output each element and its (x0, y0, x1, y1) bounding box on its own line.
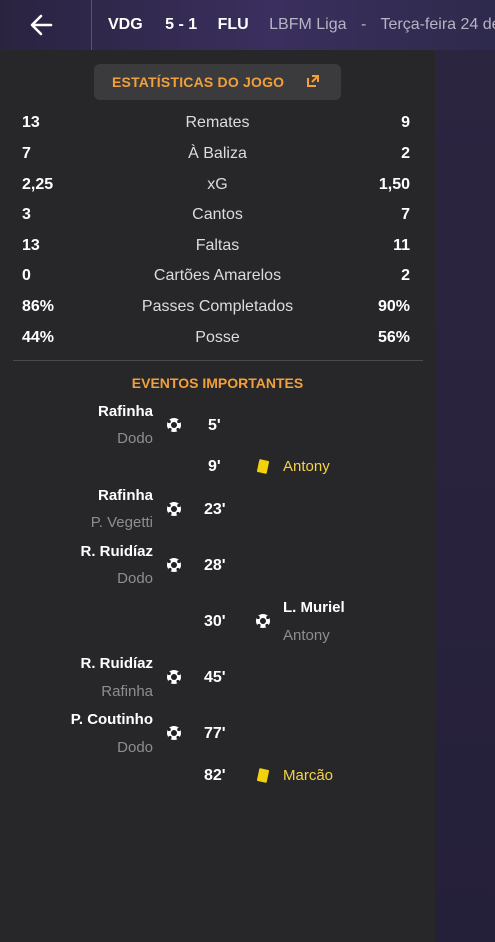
goal-ball-icon (167, 670, 181, 684)
stat-label: Faltas (195, 237, 240, 254)
event-minute: 45' (204, 669, 226, 686)
match-header: VDG 5 - 1 FLU LBFM Liga - Terça-feira 24… (108, 16, 495, 34)
event-scorer[interactable]: R. Ruidíaz (80, 543, 153, 560)
event-scorer[interactable]: L. Muriel (283, 599, 345, 616)
event-minute: 28' (204, 557, 226, 574)
competition-name[interactable]: LBFM Liga (269, 16, 346, 33)
event-minute: 9' (208, 458, 221, 475)
event-scorer[interactable]: Rafinha (98, 487, 153, 504)
back-button[interactable] (22, 8, 62, 42)
event-minute: 30' (204, 613, 226, 630)
stat-row-shots: 13 Remates 9 (0, 112, 435, 136)
event-assist[interactable]: Rafinha (101, 683, 153, 700)
stat-row-xg: 2,25 xG 1,50 (0, 174, 435, 198)
header-separator: - (360, 16, 367, 33)
divider (91, 0, 92, 50)
event-booked-player[interactable]: Marcão (283, 767, 333, 784)
goal-ball-icon (256, 614, 270, 628)
goal-ball-icon (167, 726, 181, 740)
stat-label: Cantos (192, 206, 243, 223)
stat-row-corners: 3 Cantos 7 (0, 204, 435, 228)
event-assist[interactable]: Dodo (117, 430, 153, 447)
event-scorer[interactable]: R. Ruidíaz (80, 655, 153, 672)
key-events-title: EVENTOS IMPORTANTES (131, 375, 304, 391)
match-score: 5 - 1 (165, 16, 198, 33)
event-booked-player[interactable]: Antony (283, 458, 330, 475)
event-minute: 77' (204, 725, 226, 742)
stat-away-value: 1,50 (378, 176, 410, 193)
event-assist[interactable]: Antony (283, 627, 330, 644)
stat-row-possession: 44% Posse 56% (0, 327, 435, 351)
event-scorer[interactable]: P. Coutinho (71, 711, 153, 728)
event-assist[interactable]: P. Vegetti (91, 514, 153, 531)
match-stats-button[interactable]: ESTATÍSTICAS DO JOGO (94, 64, 341, 100)
stat-away-value: 56% (377, 329, 410, 346)
event-minute: 5' (208, 417, 221, 434)
stat-away-value: 9 (401, 114, 410, 131)
away-team: FLU (217, 16, 249, 33)
stat-away-value: 90% (377, 298, 410, 315)
stat-label: À Baliza (188, 145, 247, 162)
stat-label: Cartões Amarelos (153, 267, 282, 284)
event-minute: 82' (204, 767, 226, 784)
top-bar: VDG 5 - 1 FLU LBFM Liga - Terça-feira 24… (0, 0, 495, 50)
event-assist[interactable]: Dodo (117, 570, 153, 587)
stat-row-yellow-cards: 0 Cartões Amarelos 2 (0, 265, 435, 289)
event-scorer[interactable]: Rafinha (98, 403, 153, 420)
home-team: VDG (108, 16, 143, 33)
goal-ball-icon (167, 558, 181, 572)
background-area (435, 50, 495, 942)
stat-row-fouls: 13 Faltas 11 (0, 235, 435, 259)
match-date: Terça-feira 24 de (380, 16, 495, 33)
stat-away-value: 7 (401, 206, 410, 223)
stat-label: Remates (185, 114, 250, 131)
event-assist[interactable]: Dodo (117, 739, 153, 756)
stat-away-value: 2 (401, 145, 410, 162)
event-minute: 23' (204, 501, 226, 518)
stat-label: Posse (195, 329, 240, 346)
goal-ball-icon (167, 502, 181, 516)
stat-row-passes: 86% Passes Completados 90% (0, 296, 435, 320)
external-link-icon (307, 75, 319, 87)
section-divider (13, 360, 423, 361)
stat-label: xG (207, 176, 228, 193)
arrow-left-icon (30, 14, 53, 36)
match-stats-title: ESTATÍSTICAS DO JOGO (112, 74, 285, 90)
stat-label: Passes Completados (141, 298, 294, 315)
stat-away-value: 2 (401, 267, 410, 284)
stat-row-on-target: 7 À Baliza 2 (0, 143, 435, 167)
stat-away-value: 11 (393, 237, 410, 254)
goal-ball-icon (167, 418, 181, 432)
